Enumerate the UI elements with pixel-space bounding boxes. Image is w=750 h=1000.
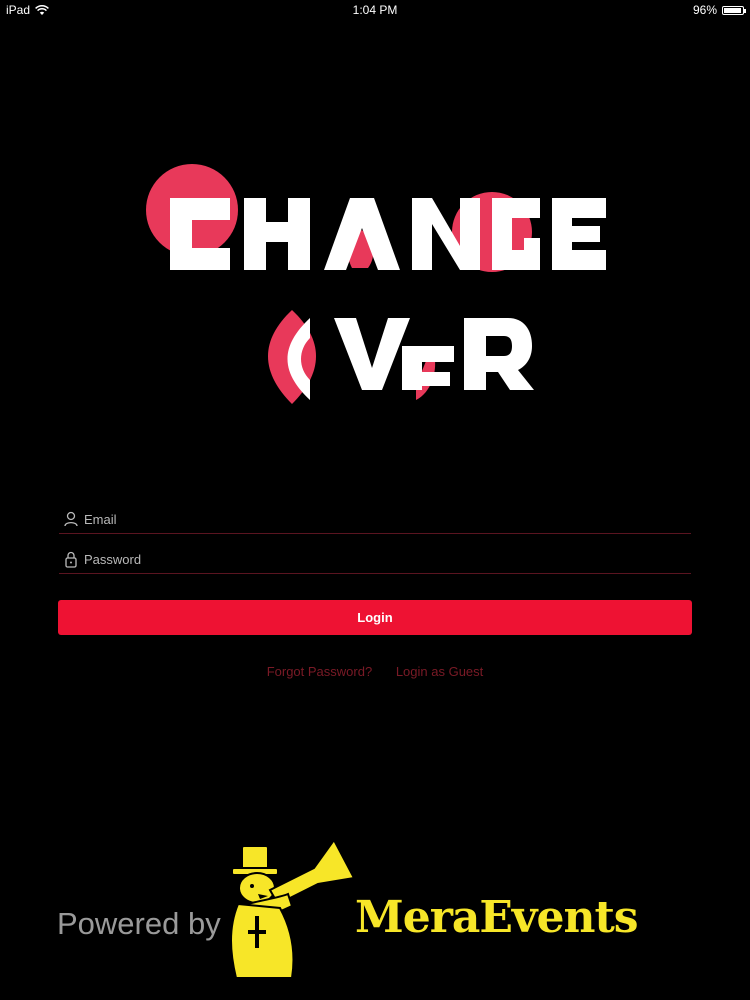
lock-icon [62, 550, 80, 568]
megaphone-mascot-icon [230, 838, 356, 979]
login-as-guest-link[interactable]: Login as Guest [396, 664, 483, 679]
status-right: 96% [692, 3, 746, 17]
battery-percent: 96% [692, 3, 717, 17]
app-logo [146, 164, 606, 404]
auth-links: Forgot Password? Login as Guest [0, 664, 750, 679]
password-field[interactable] [59, 545, 691, 574]
battery-icon [722, 5, 746, 15]
password-input[interactable] [84, 551, 664, 567]
status-bar: iPad 1:04 PM 96% [0, 0, 750, 20]
powered-by-label: Powered by [57, 906, 221, 941]
user-icon [62, 510, 80, 528]
email-field[interactable] [59, 505, 691, 534]
status-time: 1:04 PM [352, 3, 398, 17]
battery-fill [724, 7, 742, 13]
login-button[interactable]: Login [58, 600, 692, 635]
forgot-password-link[interactable]: Forgot Password? [267, 664, 373, 679]
meraevents-brand: MeraEvents [355, 892, 639, 943]
email-input[interactable] [84, 511, 664, 527]
